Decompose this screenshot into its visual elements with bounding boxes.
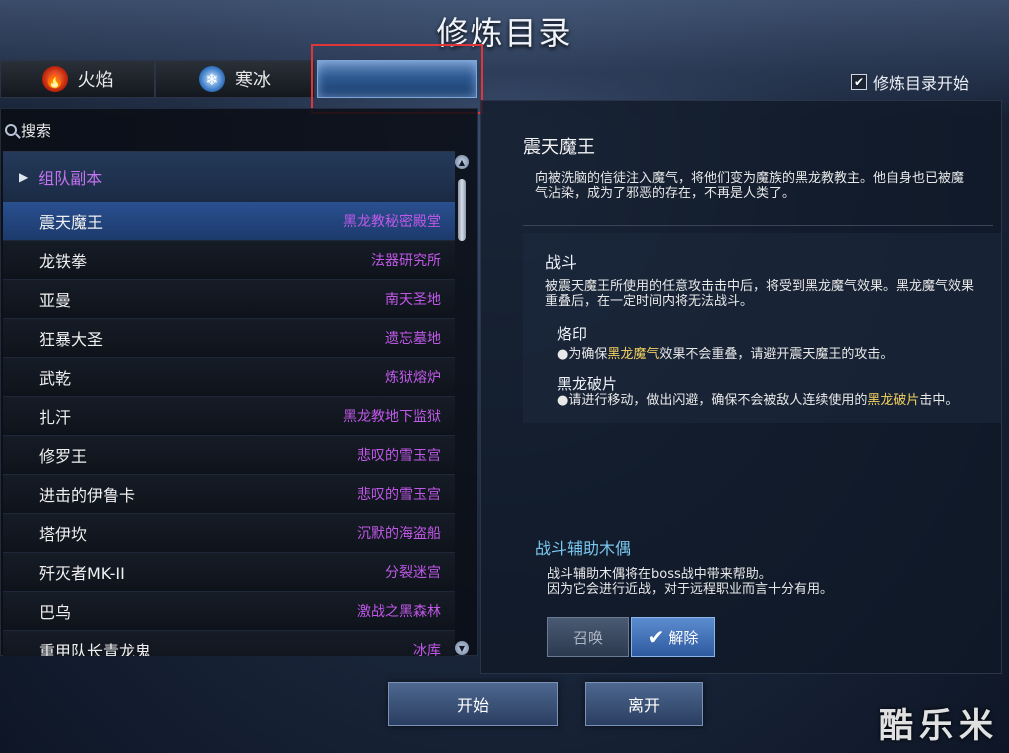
divider [523,225,993,226]
group-label: 组队副本 [38,169,103,188]
boss-location: 炼狱熔炉 [385,370,441,386]
battle-title: 战斗 [545,253,578,272]
start-option[interactable]: ✔ 修炼目录开始 [850,70,969,94]
puppet-description-line: 战斗辅助木偶将在boss战中带来帮助。 [547,567,772,582]
boss-location: 黑龙教秘密殿堂 [343,214,441,230]
list-item[interactable]: 扎汗 黑龙教地下监狱 [3,397,455,436]
scroll-down-icon[interactable]: ▼ [455,641,469,655]
battle-description: 被震天魔王所使用的任意攻击击中后，将受到黑龙魔气效果。黑龙魔气效果重叠后，在一定… [545,279,975,309]
boss-name: 进击的伊鲁卡 [39,486,136,505]
boss-location: 黑龙教地下监狱 [343,409,441,425]
boss-name: 狂暴大圣 [39,330,104,349]
list-item[interactable]: 亚曼 南天圣地 [3,280,455,319]
boss-detail-title: 震天魔王 [523,137,595,158]
group-header[interactable]: ▶ 组队副本 [3,152,455,202]
scroll-up-icon[interactable]: ▲ [455,155,469,169]
boss-location: 冰库 [413,643,441,656]
list-item[interactable]: 塔伊坎 沉默的海盗船 [3,514,455,553]
boss-name: 塔伊坎 [39,525,88,544]
boss-location: 法器研究所 [371,253,441,269]
boss-name: 扎汗 [39,408,72,427]
boss-location: 激战之黑森林 [357,604,441,620]
start-button[interactable]: 开始 [388,682,558,726]
boss-name: 重甲队长青龙鬼 [39,642,152,656]
scroll-thumb[interactable] [458,179,466,241]
boss-list: ▶ 组队副本 震天魔王 黑龙教秘密殿堂 龙铁拳 法器研究所 亚曼 南天圣地 狂暴… [3,151,455,656]
release-label: 解除 [668,628,699,647]
leave-button[interactable]: 离开 [585,682,703,726]
boss-location: 分裂迷宫 [385,565,441,581]
start-checkbox[interactable]: ✔ [850,74,867,90]
boss-name: 亚曼 [39,291,72,310]
list-item[interactable]: 震天魔王 黑龙教秘密殿堂 [3,202,455,241]
boss-name: 修罗王 [39,447,88,466]
boss-name: 歼灭者MK-II [39,564,125,583]
search-placeholder: 搜索 [21,121,52,140]
list-item[interactable]: 修罗王 悲叹的雪玉宫 [3,436,455,475]
mechanic-text: ●请进行移动，做出闪避，确保不会被敌人连续使用的黑龙破片击中。 [557,393,959,408]
snowflake-icon: ❄ [199,66,225,92]
list-item[interactable]: 武乾 炼狱熔炉 [3,358,455,397]
search-icon [5,124,17,136]
tab-ice[interactable]: ❄ 寒冰 [155,60,315,98]
fire-icon: 🔥 [41,66,68,92]
watermark: 酷乐米 [879,706,999,746]
mechanic-title: 烙印 [557,325,588,343]
boss-name: 龙铁拳 [39,252,88,271]
boss-name: 震天魔王 [39,213,104,232]
tab-fire[interactable]: 🔥 火焰 [0,60,155,98]
mechanic-highlight: 黑龙魔气 [607,347,660,362]
list-item[interactable]: 巴乌 激战之黑森林 [3,592,455,631]
list-item[interactable]: 狂暴大圣 遗忘墓地 [3,319,455,358]
puppet-description: 战斗辅助木偶将在boss战中带来帮助。 因为它会进行近战，对于远程职业而言十分有… [547,567,967,597]
check-icon: ✔ [647,625,665,649]
boss-list-panel: 搜索 ▶ 组队副本 震天魔王 黑龙教秘密殿堂 龙铁拳 法器研究所 亚曼 南天圣地… [0,108,478,656]
boss-detail-panel: 震天魔王 向被洗脑的信徒注入魔气，将他们变为魔族的黑龙教教主。他自身也已被魔气沾… [480,100,1002,674]
expand-triangle-icon: ▶ [19,170,29,184]
window-title: 修炼目录 [436,14,573,52]
mechanic-title: 黑龙破片 [557,375,618,393]
boss-location: 悲叹的雪玉宫 [357,487,441,503]
release-button[interactable]: ✔ 解除 [631,617,715,657]
list-item[interactable]: 进击的伊鲁卡 悲叹的雪玉宫 [3,475,455,514]
boss-location: 沉默的海盗船 [357,526,441,542]
tab-fire-label: 火焰 [77,70,114,91]
list-item[interactable]: 重甲队长青龙鬼 冰库 [3,631,455,656]
boss-location: 遗忘墓地 [385,331,441,347]
boss-name: 武乾 [39,369,72,388]
boss-location: 南天圣地 [385,292,441,308]
boss-location: 悲叹的雪玉宫 [357,448,441,464]
puppet-title: 战斗辅助木偶 [535,539,632,558]
mechanic-text: ●为确保黑龙魔气效果不会重叠，请避开震天魔王的攻击。 [557,347,894,362]
list-item[interactable]: 龙铁拳 法器研究所 [3,241,455,280]
boss-description: 向被洗脑的信徒注入魔气，将他们变为魔族的黑龙教教主。他自身也已被魔气沾染，成为了… [535,171,965,201]
red-annotation-box [311,44,483,114]
boss-name: 巴乌 [39,603,72,622]
tab-ice-label: 寒冰 [235,70,271,91]
summon-button[interactable]: 召唤 [547,617,629,657]
list-scrollbar[interactable]: ▲ ▼ [455,155,469,655]
mechanic-highlight: 黑龙破片 [867,393,920,408]
start-option-label: 修炼目录开始 [872,74,969,93]
list-item[interactable]: 歼灭者MK-II 分裂迷宫 [3,553,455,592]
puppet-description-line: 因为它会进行近战，对于远程职业而言十分有用。 [547,582,834,597]
search-input[interactable]: 搜索 [5,117,475,143]
battle-section: 战斗 被震天魔王所使用的任意攻击击中后，将受到黑龙魔气效果。黑龙魔气效果重叠后，… [523,233,1001,423]
